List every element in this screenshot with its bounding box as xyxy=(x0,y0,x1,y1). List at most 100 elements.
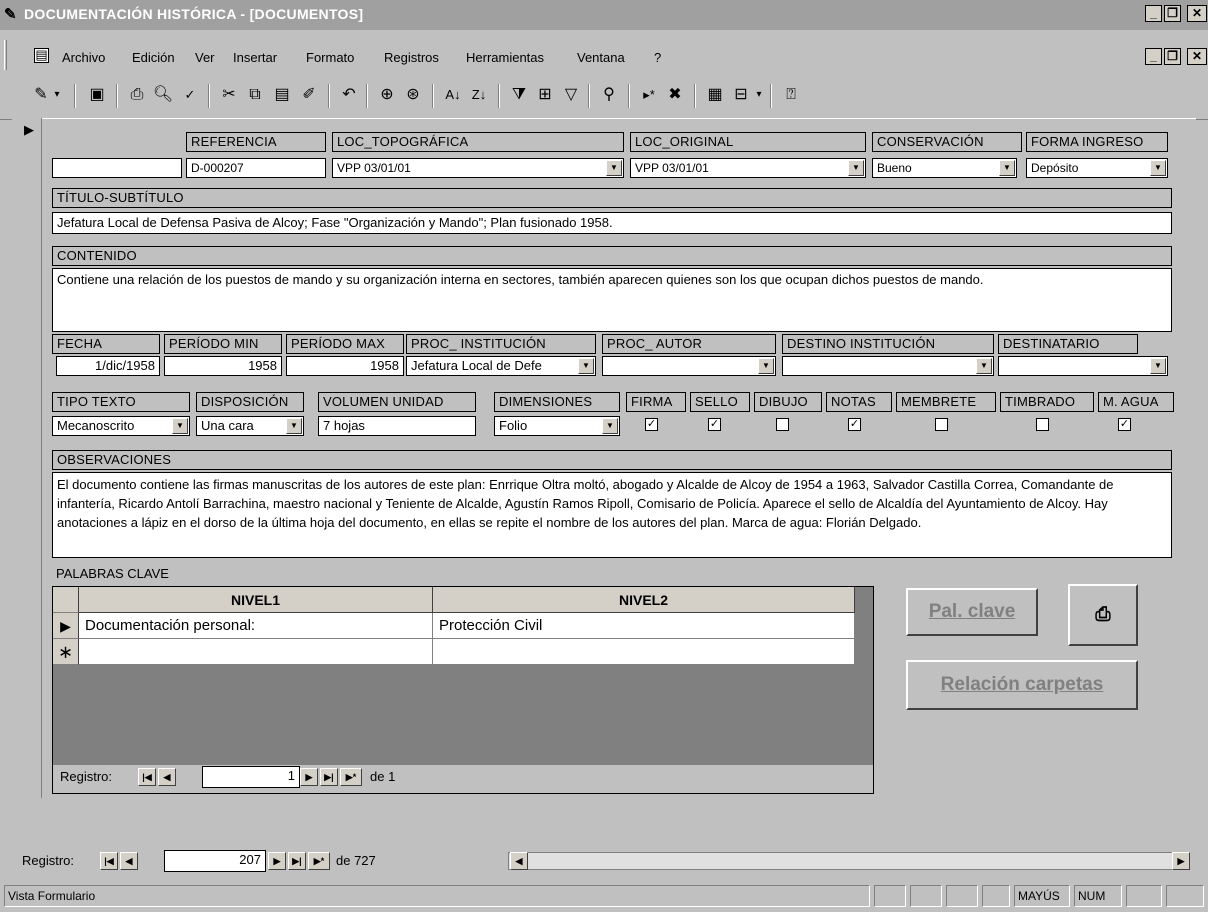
referencia-field[interactable]: D-000207 xyxy=(186,158,326,178)
spelling-icon[interactable]: ✓ xyxy=(177,82,203,108)
volumen-field[interactable]: 7 hojas xyxy=(318,416,476,436)
chevron-down-icon[interactable]: ▼ xyxy=(286,418,302,434)
restore-icon[interactable]: ❐ xyxy=(1164,5,1181,22)
chevron-down-icon[interactable]: ▼ xyxy=(999,160,1015,176)
destinatario-select[interactable]: ▼ xyxy=(998,356,1168,376)
filter-by-selection-icon[interactable]: ⧩ xyxy=(506,82,532,108)
conservacion-select[interactable]: Bueno ▼ xyxy=(872,158,1017,178)
disposicion-select[interactable]: Una cara ▼ xyxy=(196,416,304,436)
dibujo-checkbox[interactable] xyxy=(776,418,789,431)
m-agua-checkbox[interactable]: ✓ xyxy=(1118,418,1131,431)
main-next-record-icon[interactable]: ▶ xyxy=(268,852,286,870)
chevron-down-icon[interactable]: ▼ xyxy=(976,358,992,374)
periodo-max-field[interactable]: 1958 xyxy=(286,356,404,376)
membrete-checkbox[interactable] xyxy=(935,418,948,431)
horizontal-scrollbar[interactable] xyxy=(508,852,1176,870)
menu-insertar[interactable]: Insertar xyxy=(233,50,277,65)
delete-record-icon[interactable]: ✖ xyxy=(662,82,688,108)
menu-archivo[interactable]: Archivo xyxy=(62,50,105,65)
forma-ingreso-select[interactable]: Depósito ▼ xyxy=(1026,158,1168,178)
doc-restore-icon[interactable]: ❐ xyxy=(1164,48,1181,65)
row-current-icon[interactable]: ▶ xyxy=(53,613,79,639)
view-dropdown-icon[interactable]: ▾ xyxy=(50,82,64,108)
firma-checkbox[interactable]: ✓ xyxy=(645,418,658,431)
main-first-record-icon[interactable]: |◀ xyxy=(100,852,118,870)
relacion-carpetas-button[interactable]: Relación carpetas xyxy=(906,660,1138,710)
main-prev-record-icon[interactable]: ◀ xyxy=(120,852,138,870)
grid-cell-nivel1[interactable]: Documentación personal: xyxy=(79,613,433,639)
undo-icon[interactable]: ↶ xyxy=(336,82,362,108)
menu-herramientas[interactable]: Herramientas xyxy=(466,50,544,65)
grid-header-nivel1[interactable]: NIVEL1 xyxy=(79,587,433,613)
menu-help[interactable]: ? xyxy=(654,50,661,65)
proc-autor-select[interactable]: ▼ xyxy=(602,356,776,376)
hyperlink-icon[interactable]: ⊕ xyxy=(374,82,400,108)
main-last-record-icon[interactable]: ▶| xyxy=(288,852,306,870)
scroll-right-icon[interactable]: ▶ xyxy=(1172,852,1190,870)
chevron-down-icon[interactable]: ▼ xyxy=(758,358,774,374)
menu-ventana[interactable]: Ventana xyxy=(577,50,625,65)
copy-icon[interactable]: ⧉ xyxy=(242,82,268,108)
menu-formato[interactable]: Formato xyxy=(306,50,354,65)
observaciones-field[interactable]: El documento contiene las firmas manuscr… xyxy=(52,472,1172,558)
notas-checkbox[interactable]: ✓ xyxy=(848,418,861,431)
grid-new-cell-nivel1[interactable] xyxy=(79,639,433,665)
chevron-down-icon[interactable]: ▼ xyxy=(1150,160,1166,176)
sort-descending-icon[interactable]: Z↓ xyxy=(466,82,492,108)
menu-ver[interactable]: Ver xyxy=(195,50,215,65)
pal-clave-button[interactable]: Pal. clave xyxy=(906,588,1038,636)
help-icon[interactable]: ⍰ xyxy=(778,82,804,108)
blank-field[interactable] xyxy=(52,158,182,178)
new-row-icon[interactable]: ∗ xyxy=(53,639,79,665)
chevron-down-icon[interactable]: ▼ xyxy=(172,418,188,434)
loc-original-select[interactable]: VPP 03/01/01 ▼ xyxy=(630,158,866,178)
cut-icon[interactable]: ✂ xyxy=(216,82,242,108)
chevron-down-icon[interactable]: ▼ xyxy=(578,358,594,374)
contenido-field[interactable]: Contiene una relación de los puestos de … xyxy=(52,268,1172,332)
filter-by-form-icon[interactable]: ⊞ xyxy=(532,82,558,108)
database-window-icon[interactable]: ▦ xyxy=(702,82,728,108)
main-new-record-icon[interactable]: ▶* xyxy=(308,852,330,870)
next-record-icon[interactable]: ▶ xyxy=(300,768,318,786)
sello-checkbox[interactable]: ✓ xyxy=(708,418,721,431)
new-object-icon[interactable]: ⊟ xyxy=(728,82,754,108)
save-icon[interactable]: ▣ xyxy=(84,82,110,108)
dimensiones-select[interactable]: Folio ▼ xyxy=(494,416,620,436)
last-record-icon[interactable]: ▶| xyxy=(320,768,338,786)
prev-record-icon[interactable]: ◀ xyxy=(158,768,176,786)
first-record-icon[interactable]: |◀ xyxy=(138,768,156,786)
close-icon[interactable]: ✕ xyxy=(1187,5,1207,22)
subform-record-input[interactable]: 1 xyxy=(202,766,300,788)
chevron-down-icon[interactable]: ▼ xyxy=(606,160,622,176)
sort-ascending-icon[interactable]: A↓ xyxy=(440,82,466,108)
main-record-input[interactable]: 207 xyxy=(164,850,266,872)
grid-new-cell-nivel2[interactable] xyxy=(433,639,855,665)
titulo-field[interactable]: Jefatura Local de Defensa Pasiva de Alco… xyxy=(52,212,1172,234)
record-selector[interactable]: ▶ xyxy=(12,118,42,798)
grid-header-nivel2[interactable]: NIVEL2 xyxy=(433,587,855,613)
print-icon[interactable]: ⎙ xyxy=(124,82,150,108)
periodo-min-field[interactable]: 1958 xyxy=(164,356,282,376)
scroll-left-icon[interactable]: ◀ xyxy=(510,852,528,870)
grid-cell-nivel2[interactable]: Protección Civil xyxy=(433,613,855,639)
doc-close-icon[interactable]: ✕ xyxy=(1187,48,1207,65)
menu-edicion[interactable]: Edición xyxy=(132,50,175,65)
new-record-nav-icon[interactable]: ▶* xyxy=(340,768,362,786)
print-button[interactable]: ⎙ xyxy=(1068,584,1138,646)
chevron-down-icon[interactable]: ▼ xyxy=(602,418,618,434)
doc-minimize-icon[interactable]: _ xyxy=(1145,48,1162,65)
minimize-icon[interactable]: _ xyxy=(1145,5,1162,22)
chevron-down-icon[interactable]: ▼ xyxy=(848,160,864,176)
paste-icon[interactable]: ▤ xyxy=(269,82,295,108)
print-preview-icon[interactable]: 🔍︎ xyxy=(150,82,176,108)
tipo-texto-select[interactable]: Mecanoscrito ▼ xyxy=(52,416,190,436)
fecha-field[interactable]: 1/dic/1958 xyxy=(56,356,160,376)
chevron-down-icon[interactable]: ▼ xyxy=(1150,358,1166,374)
new-object-dropdown-icon[interactable]: ▾ xyxy=(752,82,766,108)
menu-registros[interactable]: Registros xyxy=(384,50,439,65)
loc-topografica-select[interactable]: VPP 03/01/01 ▼ xyxy=(332,158,624,178)
apply-filter-icon[interactable]: ▽ xyxy=(558,82,584,108)
find-icon[interactable]: ⚲ xyxy=(596,82,622,108)
web-toolbar-icon[interactable]: ⊛ xyxy=(400,82,426,108)
destino-institucion-select[interactable]: ▼ xyxy=(782,356,994,376)
